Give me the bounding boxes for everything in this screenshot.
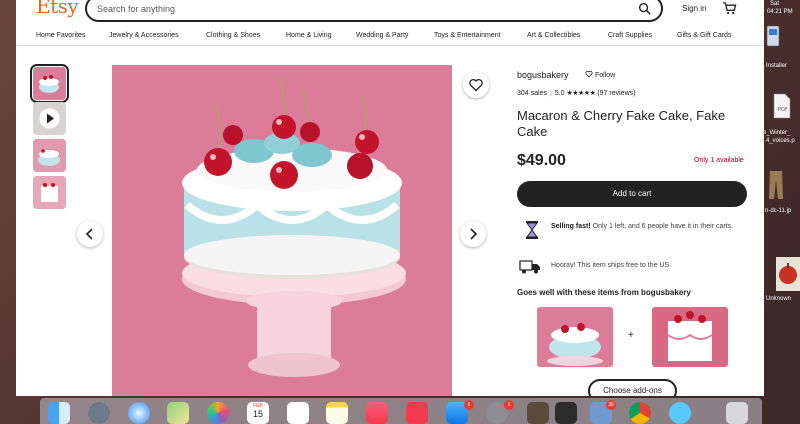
file3-label: Unknown (766, 296, 792, 302)
selling-fast-text: Selling fast! Only 1 left, and 6 people … (551, 222, 736, 232)
category-art[interactable]: Art & Collectibles (527, 32, 580, 39)
etsy-logo[interactable]: Etsy (36, 0, 79, 18)
heart-icon (469, 78, 483, 92)
messages-icon[interactable] (669, 402, 691, 424)
pants-image-icon[interactable] (768, 170, 784, 200)
music-icon[interactable] (366, 402, 388, 424)
category-clothing[interactable]: Clothing & Shoes (206, 32, 260, 39)
photos-badge: 39 (606, 400, 616, 410)
sales-count: 304 sales (517, 90, 547, 97)
favorite-button[interactable] (463, 72, 489, 98)
svg-text:PDF: PDF (778, 107, 788, 113)
shipping-text: Hooray! This item ships free to the US. (551, 262, 672, 269)
category-home-favorites[interactable]: Home Favorites (36, 32, 85, 39)
thumbnail-video[interactable] (33, 102, 66, 135)
maps-icon[interactable] (167, 402, 189, 424)
thumbnail-4[interactable] (33, 176, 66, 209)
file1-label: e_Winter_ (763, 130, 791, 136)
choose-addons-button[interactable]: Choose add-ons (588, 379, 677, 396)
clock-time: 04:21 PM (767, 9, 793, 15)
listing-title: Macaron & Cherry Fake Cake, Fake Cake (517, 108, 726, 139)
category-toys[interactable]: Toys & Entertainment (434, 32, 501, 39)
goes-well-heading: Goes well with these items from bogusbak… (517, 288, 691, 297)
site-header: Etsy Search for anything Sign in (16, 0, 764, 26)
thumbnail-3[interactable] (33, 139, 66, 172)
photos-icon[interactable] (207, 402, 229, 424)
search-placeholder: Search for anything (97, 4, 176, 14)
notes-icon[interactable] (326, 402, 348, 424)
calendar-icon[interactable]: FEB 15 (247, 402, 269, 424)
chevron-right-icon (470, 228, 478, 240)
news-icon[interactable] (406, 402, 428, 424)
installer-icon[interactable] (766, 24, 780, 50)
file2-label: n-dc-11.jp (765, 208, 792, 214)
launchpad-icon[interactable] (88, 402, 110, 424)
utility-icon[interactable] (527, 402, 549, 424)
cart-icon[interactable] (722, 1, 737, 15)
search-input[interactable]: Search for anything (85, 0, 663, 22)
reminders-icon[interactable] (287, 402, 309, 424)
search-icon[interactable] (638, 2, 651, 15)
follow-button[interactable]: Follow (585, 70, 615, 79)
signin-link[interactable]: Sign in (682, 4, 706, 13)
chrome-icon[interactable] (629, 402, 651, 424)
addon-item-2[interactable] (652, 307, 728, 367)
category-wedding[interactable]: Wedding & Party (356, 32, 408, 39)
pdf-file-icon[interactable]: PDF (772, 93, 792, 119)
shop-stats: 304 sales | 5.0 ★★★★★ (97 reviews) (517, 90, 636, 97)
availability-text: Only 1 available (694, 157, 744, 164)
selling-fast-detail: Only 1 left, and 6 people have it in the… (590, 223, 734, 230)
hourglass-icon (526, 221, 538, 239)
listing-price: $49.00 (517, 152, 566, 169)
follow-label: Follow (595, 72, 616, 79)
terminal-icon[interactable] (555, 402, 577, 424)
clock-day: Sat (770, 1, 780, 7)
thumbnail-1[interactable] (30, 64, 69, 103)
safari-icon[interactable] (128, 402, 150, 424)
category-home-living[interactable]: Home & Living (286, 32, 332, 39)
addon-item-1[interactable] (537, 307, 613, 367)
prev-image-button[interactable] (77, 221, 103, 247)
product-photo (112, 65, 452, 396)
selling-fast-label: Selling fast! (551, 223, 591, 230)
settings-badge: 1 (504, 400, 514, 410)
calendar-day: 15 (252, 409, 263, 419)
chevron-left-icon (85, 228, 93, 240)
apple-image-icon[interactable] (776, 257, 800, 291)
category-craft[interactable]: Craft Supplies (608, 32, 652, 39)
browser-window: Etsy Search for anything Sign in Home Fa… (16, 0, 764, 396)
trash-icon[interactable] (726, 402, 748, 424)
file1b-label: 4_voices.p (766, 138, 795, 144)
installer-label: Installer (766, 63, 788, 69)
category-nav: Home Favorites Jewelry & Accessories Clo… (16, 28, 764, 46)
rating-value: 5.0 (554, 90, 565, 97)
shop-name-link[interactable]: bogusbakery (517, 70, 569, 80)
rating-stars: ★★★★★ (566, 90, 596, 97)
truck-icon (519, 260, 540, 274)
finder-icon[interactable] (48, 402, 70, 424)
add-to-cart-button[interactable]: Add to cart (517, 181, 747, 207)
next-image-button[interactable] (460, 221, 486, 247)
category-jewelry[interactable]: Jewelry & Accessories (109, 32, 179, 39)
heart-outline-icon (585, 70, 593, 78)
review-count-link[interactable]: (97 reviews) (597, 90, 635, 97)
plus-sign: + (628, 330, 634, 341)
category-gifts[interactable]: Gifts & Gift Cards (677, 32, 731, 39)
appstore-badge: 6 (464, 400, 474, 410)
